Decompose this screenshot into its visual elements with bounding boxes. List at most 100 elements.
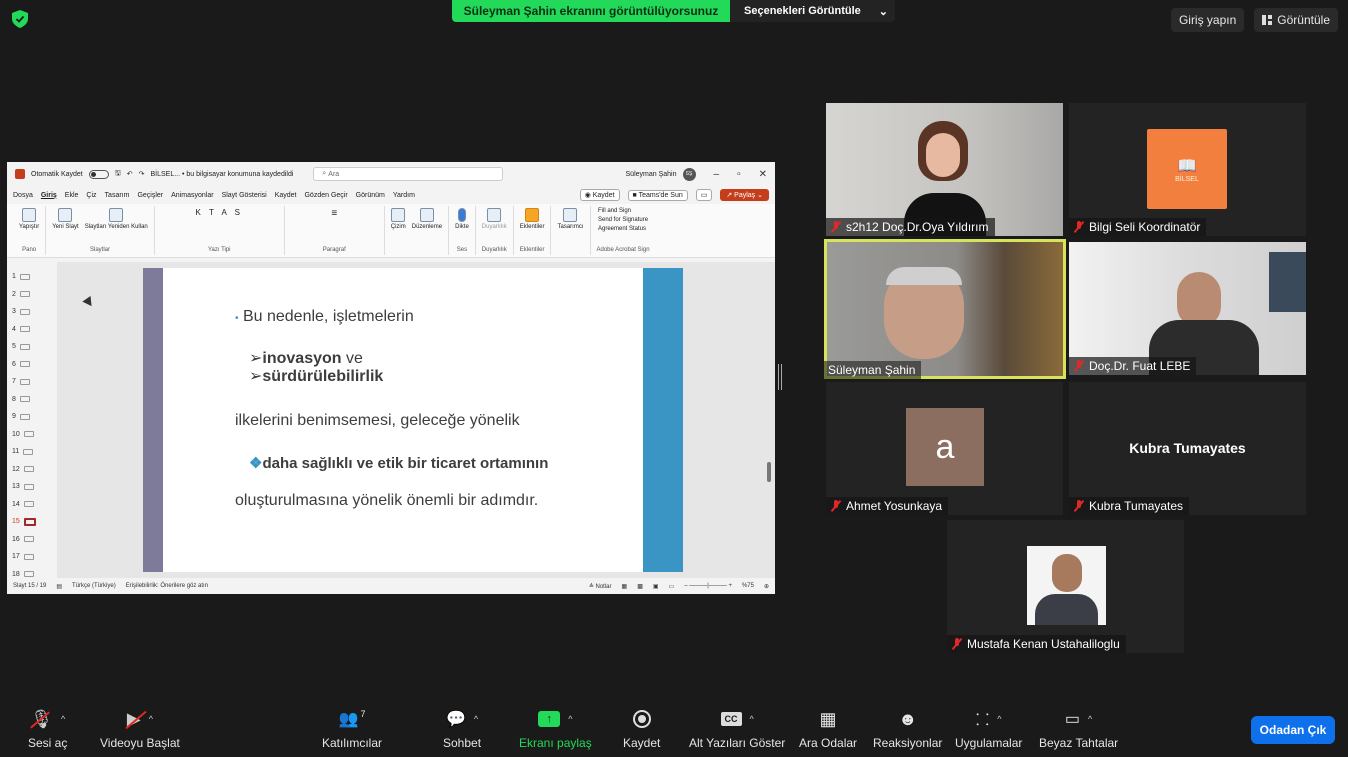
proofing-icon[interactable]: ▤ xyxy=(56,583,62,590)
slide-thumb[interactable]: 3 xyxy=(7,303,57,321)
breakout-rooms-button[interactable]: ▦ Ara Odalar xyxy=(799,708,857,751)
slide-thumb[interactable]: 16 xyxy=(7,531,57,549)
slide-thumb[interactable]: 8 xyxy=(7,391,57,409)
ppt-share-button[interactable]: ↗ Paylaş ⌄ xyxy=(720,189,769,201)
sorter-view-icon[interactable]: ▩ xyxy=(637,583,643,590)
zoom-slider[interactable]: – ———|——— + xyxy=(684,583,732,589)
chevron-up-icon[interactable]: ^ xyxy=(149,714,153,724)
avatar[interactable]: SŞ xyxy=(682,167,696,181)
teams-present-button[interactable]: ■ Teams'de Sun xyxy=(627,189,688,201)
slide-thumb[interactable]: 7 xyxy=(7,373,57,391)
minimize-icon[interactable]: – xyxy=(714,169,720,180)
participant-tile[interactable]: Doç.Dr. Fuat LEBE xyxy=(1069,242,1306,375)
designer-button[interactable]: Tasarımcı xyxy=(557,208,584,230)
menu-item[interactable]: Çiz xyxy=(86,192,96,199)
slide-thumb[interactable]: 17 xyxy=(7,548,57,566)
menu-item-active[interactable]: Giriş xyxy=(41,192,57,199)
drawing-button[interactable]: Çizim xyxy=(391,208,406,230)
accessibility-status[interactable]: Erişilebilirlik: Önerilere göz atın xyxy=(126,583,208,589)
split-view-handle[interactable] xyxy=(778,364,782,390)
chevron-up-icon[interactable]: ^ xyxy=(474,714,478,724)
menu-item[interactable]: Dosya xyxy=(13,192,33,199)
apps-button[interactable]: ⸬ ^ Uygulamalar xyxy=(955,708,1022,750)
chat-button[interactable]: 💬 ^ Sohbet xyxy=(443,708,481,750)
save-icon[interactable]: 🖫 xyxy=(115,169,121,180)
menu-item[interactable]: Gözden Geçir xyxy=(304,192,347,199)
slideshow-icon[interactable]: ▭ xyxy=(669,583,675,590)
captions-button[interactable]: CC ^ Alt Yazıları Göster xyxy=(689,708,785,750)
fill-and-sign-button[interactable]: Fill and Sign xyxy=(598,208,648,214)
undo-icon[interactable]: ↶ xyxy=(127,170,133,178)
menu-item[interactable]: Görünüm xyxy=(356,192,385,199)
comments-icon[interactable]: ▭ xyxy=(695,189,713,201)
security-shield-icon[interactable] xyxy=(12,10,28,28)
unmute-button[interactable]: 🎙 ^ Sesi aç xyxy=(28,708,67,751)
menu-item[interactable]: Geçişler xyxy=(137,192,163,199)
chevron-up-icon[interactable]: ^ xyxy=(1088,714,1092,724)
slide-thumb[interactable]: 13 xyxy=(7,478,57,496)
share-screen-button[interactable]: ↑ ^ Ekranı paylaş xyxy=(519,708,592,750)
participant-tile-active-speaker[interactable]: Süleyman Şahin xyxy=(824,239,1066,379)
paste-button[interactable]: Yapıştır xyxy=(19,208,39,230)
slide-thumb[interactable]: 14 xyxy=(7,496,57,514)
paragraph-align-buttons[interactable]: ≡ xyxy=(331,208,337,219)
slide-scrollbar[interactable] xyxy=(767,462,771,482)
chevron-up-icon[interactable]: ^ xyxy=(750,714,754,724)
menu-item[interactable]: Tasarım xyxy=(105,192,130,199)
doc-title[interactable]: BİLSEL... • bu bilgisayar konumuna kayde… xyxy=(150,171,293,178)
normal-view-icon[interactable]: ▦ xyxy=(622,583,628,590)
slide-thumb[interactable]: 12 xyxy=(7,461,57,479)
chevron-up-icon[interactable]: ^ xyxy=(568,714,572,724)
font-format-buttons[interactable]: K T A S xyxy=(196,208,243,217)
notes-button[interactable]: ≜ Notlar xyxy=(589,583,612,590)
menu-item[interactable]: Kaydet xyxy=(275,192,297,199)
reuse-slides-button[interactable]: Slaytları Yeniden Kullan xyxy=(85,208,148,230)
chevron-up-icon[interactable]: ^ xyxy=(61,714,65,724)
chevron-up-icon[interactable]: ^ xyxy=(997,714,1001,724)
slide-thumb[interactable]: 5 xyxy=(7,338,57,356)
reactions-button[interactable]: ☻ Reaksiyonlar xyxy=(873,708,942,751)
slide-thumb[interactable]: 11 xyxy=(7,443,57,461)
slide-thumb[interactable]: 4 xyxy=(7,321,57,339)
reading-view-icon[interactable]: ▣ xyxy=(653,583,659,590)
slide-canvas[interactable]: • Bu nedenle, işletmelerin ➢inovasyon ve… xyxy=(143,268,683,572)
slide-thumb[interactable]: 2 xyxy=(7,286,57,304)
menu-item[interactable]: Yardım xyxy=(393,192,415,199)
agreement-status-button[interactable]: Agreement Status xyxy=(598,226,648,232)
close-icon[interactable]: ✕ xyxy=(759,169,767,180)
participant-tile[interactable]: Mustafa Kenan Ustahaliloglu xyxy=(947,520,1184,653)
slide-thumb[interactable]: 9 xyxy=(7,408,57,426)
slide-thumb-selected[interactable]: 15 xyxy=(7,513,57,531)
sensitivity-button[interactable]: Duyarlılık xyxy=(482,208,507,230)
addins-button[interactable]: Eklentiler xyxy=(520,208,544,230)
menu-item[interactable]: Animasyonlar xyxy=(171,192,213,199)
participant-tile[interactable]: s2h12 Doç.Dr.Oya Yıldırım xyxy=(826,103,1063,236)
view-options-button[interactable]: Seçenekleri Görüntüle ⌄ xyxy=(730,0,895,22)
participants-button[interactable]: 👥 7 Katılımcılar xyxy=(322,708,382,750)
editing-button[interactable]: Düzenleme xyxy=(412,208,442,230)
whiteboards-button[interactable]: ▭ ^ Beyaz Tahtalar xyxy=(1039,708,1118,750)
slide-thumb[interactable]: 10 xyxy=(7,426,57,444)
autosave-toggle[interactable] xyxy=(88,169,109,179)
dictate-button[interactable]: Dikte xyxy=(455,208,469,230)
slide-thumb[interactable]: 1 xyxy=(7,268,57,286)
fit-slide-icon[interactable]: ⊕ xyxy=(764,583,769,590)
view-button[interactable]: Görüntüle xyxy=(1254,8,1338,32)
start-video-button[interactable]: ▶ ^ Videoyu Başlat xyxy=(100,708,180,751)
menu-item[interactable]: Slayt Gösterisi xyxy=(222,192,267,199)
participant-tile[interactable]: 📖 BİLSEL Bilgi Seli Koordinatör xyxy=(1069,103,1306,236)
record-button[interactable]: ◉ Kaydet xyxy=(579,189,620,201)
restore-icon[interactable]: ▫ xyxy=(737,169,741,180)
slide-thumb[interactable]: 6 xyxy=(7,356,57,374)
signin-button[interactable]: Giriş yapın xyxy=(1170,8,1245,32)
ppt-search-box[interactable]: ⌕ Ara xyxy=(313,167,504,181)
language[interactable]: Türkçe (Türkiye) xyxy=(72,583,116,589)
send-for-signature-button[interactable]: Send for Signature xyxy=(598,217,648,223)
redo-icon[interactable]: ↷ xyxy=(139,170,145,178)
menu-item[interactable]: Ekle xyxy=(65,192,79,199)
participant-tile[interactable]: Kubra Tumayates Kubra Tumayates xyxy=(1069,382,1306,515)
zoom-level[interactable]: %75 xyxy=(742,583,754,589)
participant-tile[interactable]: a Ahmet Yosunkaya xyxy=(826,382,1063,515)
leave-meeting-button[interactable]: Odadan Çık xyxy=(1251,716,1335,744)
record-button[interactable]: Kaydet xyxy=(623,708,660,750)
